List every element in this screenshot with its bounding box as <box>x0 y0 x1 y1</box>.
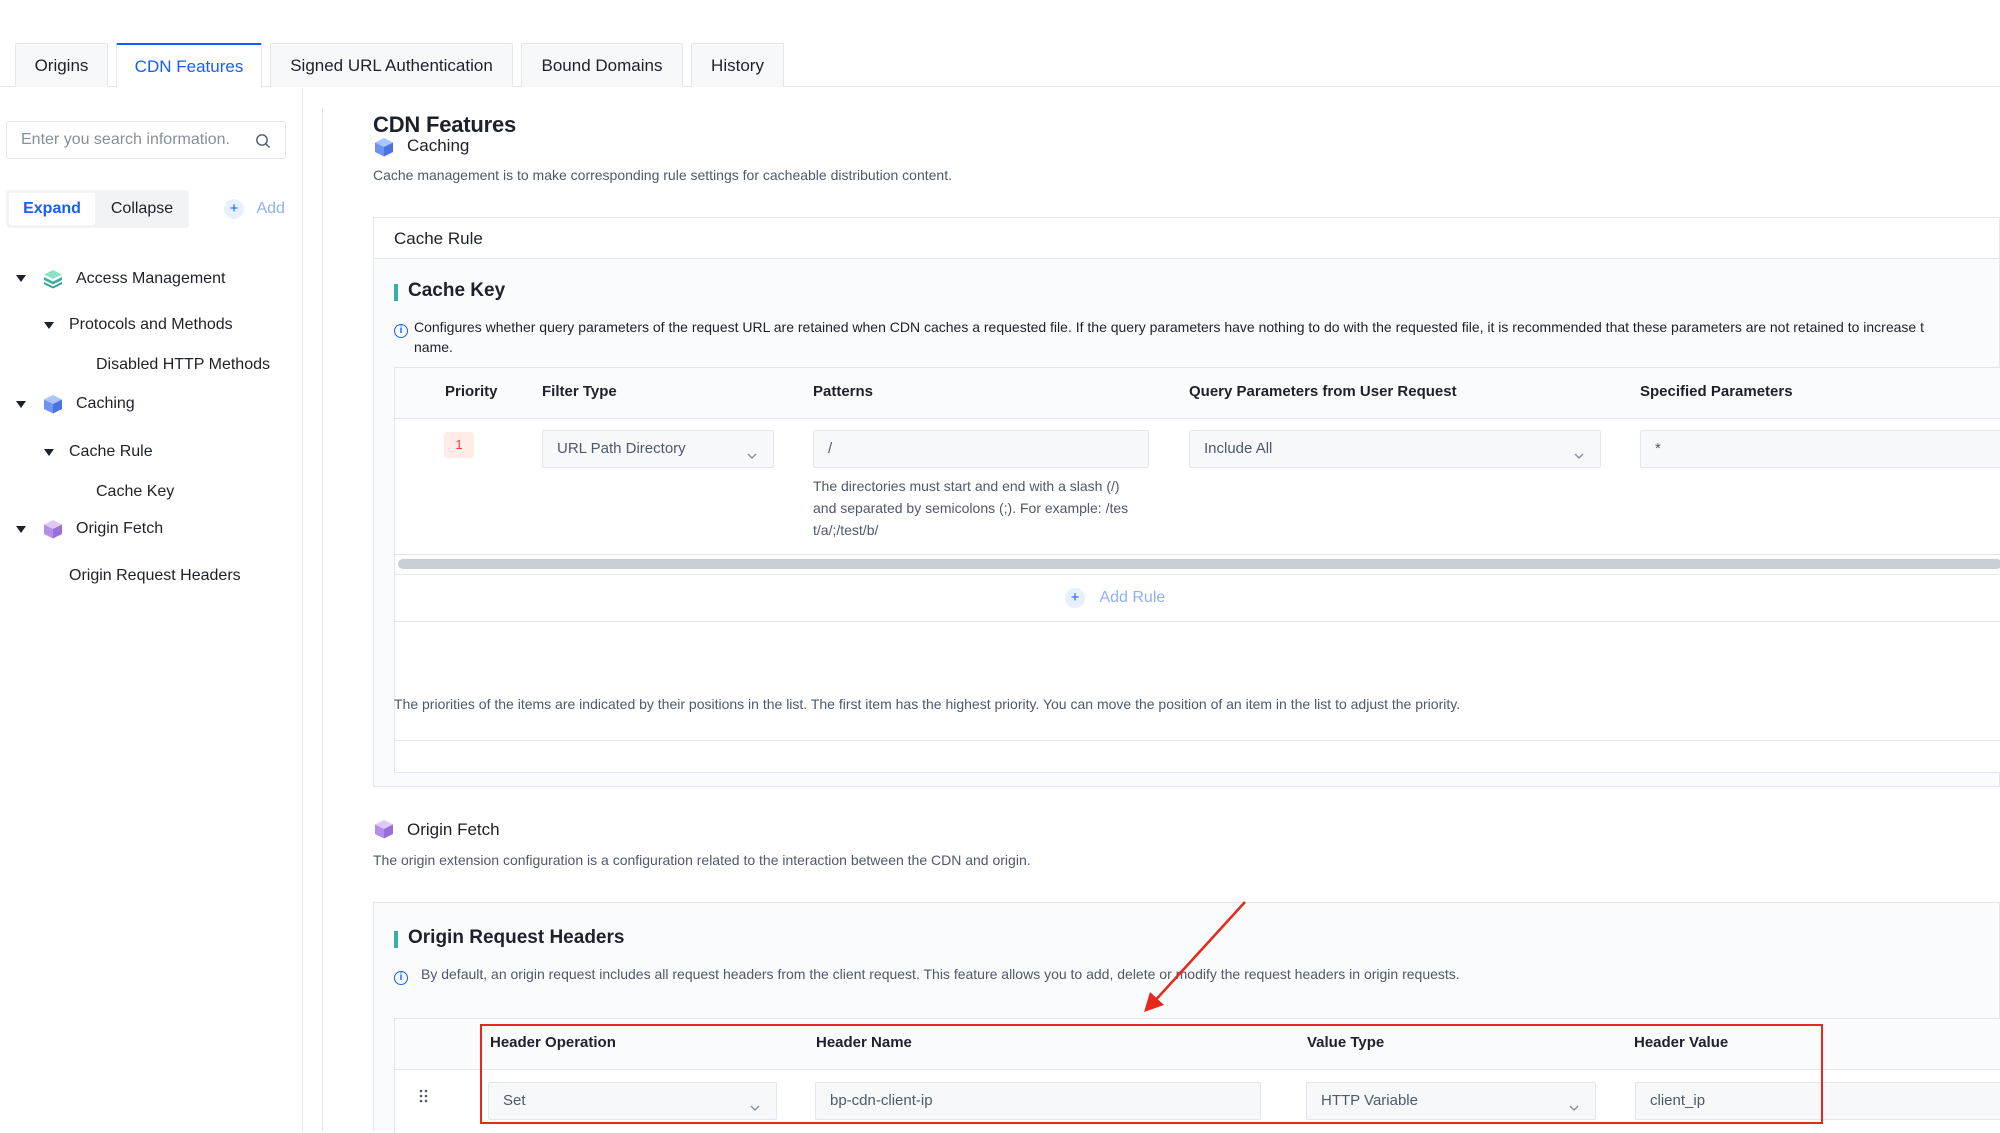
col-priority: Priority <box>445 383 498 400</box>
card-divider <box>394 740 2000 741</box>
tab-signed-url-authentication[interactable]: Signed URL Authentication <box>270 43 513 87</box>
pattern-hint-line2: and separated by semicolons (;). For exa… <box>813 500 1129 516</box>
info-icon: i <box>394 320 408 338</box>
search-placeholder: Enter you search information. <box>21 131 230 148</box>
col-specified-params: Specified Parameters <box>1640 383 1793 400</box>
chevron-down-icon <box>1572 441 1586 477</box>
caching-icon <box>42 393 64 420</box>
row-divider <box>395 621 2000 622</box>
origin-fetch-icon <box>373 818 395 845</box>
filter-type-value: URL Path Directory <box>557 440 686 457</box>
tree-item-cache-rule[interactable]: Cache Rule <box>69 443 153 461</box>
horizontal-scrollbar[interactable] <box>398 559 2000 569</box>
caching-section-title: Caching <box>407 136 470 155</box>
cache-key-table: Priority Filter Type Patterns Query Para… <box>394 367 2000 773</box>
row-divider <box>395 574 2000 575</box>
caret-down-icon[interactable] <box>44 322 54 329</box>
tab-bar: Origins CDN Features Signed URL Authenti… <box>0 0 2000 88</box>
search-icon[interactable] <box>255 133 271 154</box>
cache-key-info-line1: Configures whether query parameters of t… <box>414 319 1924 335</box>
tree-item-disabled-http-methods[interactable]: Disabled HTTP Methods <box>96 356 270 374</box>
tab-cdn-features[interactable]: CDN Features <box>116 43 262 88</box>
tree-item-origin-fetch[interactable]: Origin Fetch <box>76 520 163 538</box>
origin-request-headers-title: Origin Request Headers <box>394 927 624 949</box>
search-input[interactable]: Enter you search information. <box>6 121 286 159</box>
caching-icon <box>373 136 395 163</box>
sidebar: Enter you search information. Expand Col… <box>0 88 303 1131</box>
cache-rule-card-header: Cache Rule <box>374 218 1999 259</box>
origin-fetch-description: The origin extension configuration is a … <box>373 852 1031 868</box>
content-divider <box>322 108 323 1131</box>
origin-fetch-icon <box>42 518 64 545</box>
info-icon: i <box>394 967 408 985</box>
priority-note: The priorities of the items are indicate… <box>394 696 1461 712</box>
caret-down-icon[interactable] <box>16 526 26 533</box>
query-params-select[interactable]: Include All <box>1189 430 1601 468</box>
expand-collapse-toggle: Expand Collapse <box>6 190 189 228</box>
pattern-input[interactable]: / <box>813 430 1149 468</box>
page-title: CDN Features <box>373 112 517 137</box>
pattern-hint-line3: t/a/;/test/b/ <box>813 522 879 538</box>
tab-history[interactable]: History <box>691 43 784 87</box>
origin-fetch-section-title: Origin Fetch <box>407 820 500 839</box>
add-rule-button[interactable]: + Add Rule <box>1065 588 1165 608</box>
col-patterns: Patterns <box>813 383 874 400</box>
caret-down-icon[interactable] <box>16 275 26 282</box>
filter-type-select[interactable]: URL Path Directory <box>542 430 774 468</box>
specified-params-input[interactable]: * <box>1640 430 2000 468</box>
add-label: Add <box>256 200 285 218</box>
tree-item-caching[interactable]: Caching <box>76 395 135 413</box>
collapse-button[interactable]: Collapse <box>98 193 186 225</box>
annotation-highlight-box <box>480 1024 1823 1124</box>
tab-origins[interactable]: Origins <box>15 43 108 87</box>
caret-down-icon[interactable] <box>44 449 54 456</box>
col-filter-type: Filter Type <box>542 383 617 400</box>
priority-badge: 1 <box>444 432 474 458</box>
pattern-value: / <box>828 440 833 457</box>
add-rule-label: Add Rule <box>1099 589 1166 607</box>
cache-rule-card: Cache Rule Cache Key i Configures whethe… <box>373 217 2000 787</box>
caret-down-icon[interactable] <box>16 401 26 408</box>
origin-headers-info: By default, an origin request includes a… <box>421 966 1460 982</box>
drag-handle-icon[interactable] <box>419 1089 429 1108</box>
tree-item-protocols-methods[interactable]: Protocols and Methods <box>69 316 233 334</box>
tree-item-origin-request-headers[interactable]: Origin Request Headers <box>69 567 241 585</box>
tree-item-cache-key[interactable]: Cache Key <box>96 483 174 501</box>
specified-params-value: * <box>1655 440 1661 457</box>
plus-icon: + <box>224 199 244 219</box>
cache-rule-title: Cache Rule <box>394 229 483 248</box>
pattern-hint-line1: The directories must start and end with … <box>813 478 1120 494</box>
cache-key-info-line2: name. <box>414 339 453 355</box>
cache-key-title: Cache Key <box>394 280 505 302</box>
expand-button[interactable]: Expand <box>9 193 95 225</box>
plus-icon: + <box>1065 588 1085 608</box>
tab-bound-domains[interactable]: Bound Domains <box>521 43 683 87</box>
add-button[interactable]: + Add <box>224 199 285 219</box>
caching-description: Cache management is to make correspondin… <box>373 167 952 183</box>
tree-item-access-management[interactable]: Access Management <box>76 270 225 288</box>
query-params-value: Include All <box>1204 440 1273 457</box>
access-management-icon <box>42 268 64 295</box>
annotation-arrow-icon <box>1144 901 1246 1012</box>
col-query-params: Query Parameters from User Request <box>1189 383 1457 400</box>
row-divider <box>395 554 2000 555</box>
chevron-down-icon <box>745 441 759 477</box>
